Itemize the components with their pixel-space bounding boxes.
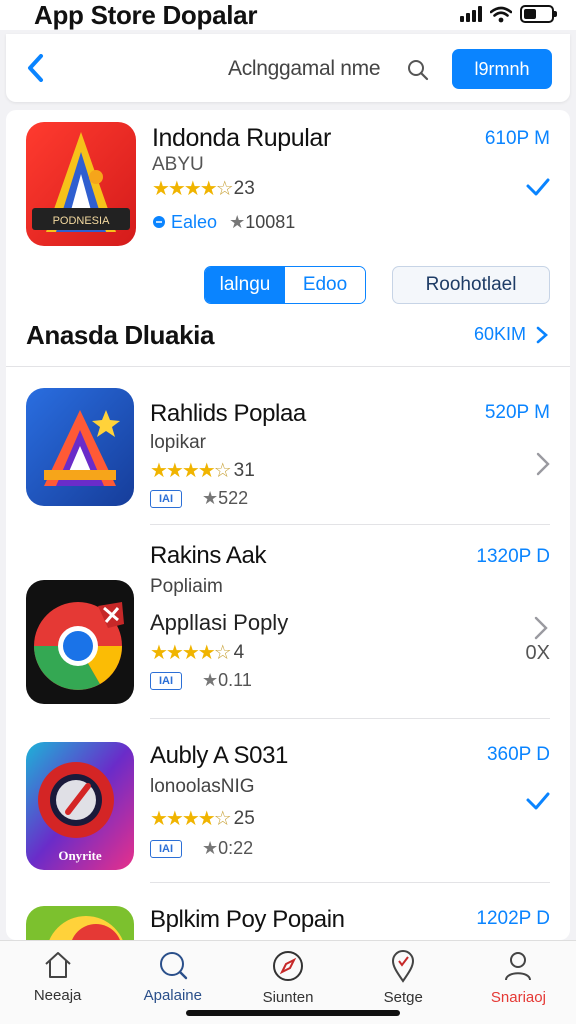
tab-label: Siunten [262,989,314,1006]
star-rating: ★★★★☆ [150,808,232,830]
chevron-left-icon [28,54,43,82]
tab-label: Neeaja [33,987,82,1004]
battery-icon [520,5,557,23]
featured-language: Ealeo [152,212,217,233]
featured-price[interactable]: 610P M [485,128,550,150]
wifi-icon [490,6,512,22]
app-subtitle: lonoolasNIG [150,776,255,797]
app-downloads: ★0.11 [202,670,252,690]
home-icon [44,952,71,978]
segment-right[interactable]: Edoo [285,267,365,303]
age-badge: IAI [150,839,182,858]
home-indicator[interactable] [186,1010,400,1016]
age-badge: IAI [150,489,182,508]
status-icons [460,4,557,24]
chevron-right-icon[interactable] [536,452,550,476]
section-see-all-link[interactable]: 60KIM [474,324,548,345]
featured-app-subtitle: ABYU [152,154,204,175]
featured-rating: ★★★★☆ 23 [152,176,255,201]
star-rating: ★★★★☆ [150,460,232,482]
tab-label: Apalaine [143,987,202,1004]
app-icon-citrus [26,906,134,940]
featured-app-name: Indonda Rupular [152,124,331,152]
app-icon-chrome [26,580,134,704]
app-meta: IAI ★522 [150,488,248,509]
search-icon[interactable] [406,58,430,82]
tab-home[interactable]: Neeaja [0,941,115,1024]
tab-label: Snariaoj [490,989,546,1006]
divider [6,366,570,367]
globe-icon [153,216,165,228]
status-bar: App Store Dopalar [0,0,576,30]
app-icon-text: Onyrite [58,848,102,863]
segment-left[interactable]: lalngu [205,267,285,303]
app-icon-circle: Onyrite [26,742,134,870]
featured-icon-text: PODNESIA [53,215,111,227]
featured-downloads: ★10081 [229,212,296,232]
star-rating: ★★★★☆ [152,178,234,200]
featured-rating-value: 23 [233,177,255,199]
app-name: Rakins Aak [150,542,267,569]
age-badge: IAI [150,671,182,690]
app-subtitle: Popliaim [150,576,223,597]
app-subtitle: lopikar [150,432,206,453]
app-price[interactable]: 360P D [487,744,550,766]
nav-action-button[interactable]: l9rmnh [452,49,552,89]
back-button[interactable] [18,50,52,86]
app-name: Aubly A S031 [150,742,288,769]
tab-profile[interactable]: Snariaoj [461,941,576,1024]
app-downloads: ★522 [202,488,249,508]
app-downloads: ★0:22 [202,838,254,858]
person-icon [505,952,532,981]
app-rating: ★★★★☆ 4 [150,641,245,665]
app-name: Bplkim Poy Popain [150,906,345,933]
secondary-button[interactable]: Roohotlael [392,266,550,304]
tab-label: Setge [383,989,423,1006]
app-meta: IAI ★0.11 [150,670,252,691]
app-name: Rahlids Poplaa [150,400,306,427]
app-rating: ★★★★☆ 25 [150,807,255,831]
app-price[interactable]: 1320P D [476,546,550,568]
app-row[interactable]: Bplkim Poy Popain 1202P D [6,884,570,940]
status-title: App Store Dopalar [34,0,258,30]
chevron-right-icon [536,326,548,343]
featured-app-icon: PODNESIA [26,122,136,246]
featured-app[interactable]: PODNESIA Indonda Rupular ABYU ★★★★☆ 23 E… [6,110,570,366]
featured-meta: Ealeo ★10081 [152,212,295,233]
app-meta: IAI ★0:22 [150,838,253,859]
app-subtitle-2: Appllasi Poply [150,610,289,635]
star-rating: ★★★★☆ [150,642,232,664]
download-icon[interactable] [524,788,552,816]
search-icon [159,952,187,980]
location-icon [392,950,415,983]
app-rating: ★★★★☆ 31 [150,459,255,483]
download-icon[interactable] [524,174,552,202]
section-title: Anasda Dluakia [26,320,215,350]
app-price[interactable]: 520P M [485,402,550,424]
divider [150,882,550,883]
app-icon-triangle [26,388,134,506]
search-field[interactable]: Aclnggamal nme [228,57,381,81]
app-row[interactable]: Onyrite Aubly A S031 lonoolasNIG ★★★★☆ 2… [6,720,570,880]
app-extra-label: 0X [525,642,550,664]
app-row[interactable]: Rakins Aak Popliaim Appllasi Poply ★★★★☆… [6,526,570,716]
divider [150,718,550,719]
segmented-control: lalngu Edoo [204,266,366,304]
app-row[interactable]: Rahlids Poplaa lopikar ★★★★☆ 31 IAI ★522… [6,372,570,522]
divider [150,524,550,525]
signal-icon [460,6,482,22]
top-nav: Aclnggamal nme l9rmnh [6,34,570,102]
compass-icon [273,951,303,981]
chevron-right-icon[interactable] [534,616,548,640]
app-price[interactable]: 1202P D [476,908,550,930]
main-content: PODNESIA Indonda Rupular ABYU ★★★★☆ 23 E… [6,110,570,940]
